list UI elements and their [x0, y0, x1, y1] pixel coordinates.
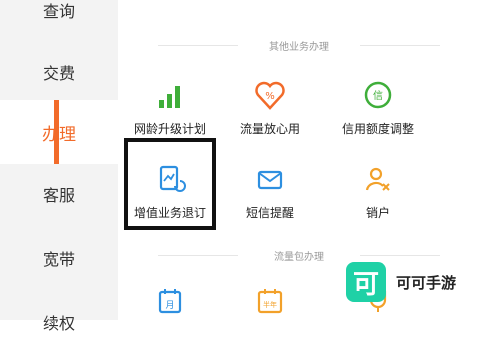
sidebar-item-label: 客服	[42, 186, 75, 205]
svg-text:信: 信	[373, 90, 383, 102]
sidebar-item-label: 交费	[42, 64, 75, 83]
tile-sms-reminder[interactable]: 短信提醒	[224, 150, 316, 230]
section-title-other: 其他业务办理	[118, 38, 480, 53]
calendar-halfyear-icon: 半年	[257, 289, 283, 314]
divider	[360, 255, 440, 256]
tile-label: 增值业务退订	[133, 206, 206, 220]
sidebar-item-broadband[interactable]: 宽带	[0, 226, 118, 290]
tile-label: 信用额度调整	[341, 122, 414, 136]
watermark: 可 可可手游	[346, 260, 480, 304]
calendar-month-label: 月	[165, 300, 174, 311]
tile-traffic-worry-free[interactable]: % 流量放心用	[224, 66, 316, 146]
tile-vas-unsubscribe[interactable]: 增值业务退订	[124, 150, 216, 230]
divider	[158, 45, 238, 46]
tile-label: 短信提醒	[245, 206, 294, 220]
sidebar-item-handle[interactable]: 办理	[0, 100, 118, 164]
sidebar: 查询 交费 办理 客服 宽带 续权	[0, 0, 118, 333]
tile-close-account[interactable]: 销户	[332, 150, 424, 230]
svg-text:%: %	[265, 91, 275, 102]
document-return-icon	[159, 165, 186, 192]
divider	[360, 45, 440, 46]
signal-bars-icon	[159, 86, 180, 108]
sidebar-item-renew[interactable]: 续权	[0, 290, 118, 354]
sidebar-item-label: 宽带	[42, 250, 75, 269]
watermark-text: 可可手游	[396, 273, 457, 292]
calendar-month-icon: 月	[158, 289, 182, 314]
sidebar-item-label: 续权	[42, 314, 75, 333]
sidebar-item-query[interactable]: 查询	[0, 0, 118, 42]
sidebar-item-label: 办理	[42, 124, 76, 145]
tile-monthly-pack[interactable]: 月	[124, 276, 216, 356]
tile-label: 网龄升级计划	[133, 122, 206, 136]
tile-network-age-upgrade[interactable]: 网龄升级计划	[124, 66, 216, 146]
heart-percent-icon: %	[255, 81, 285, 110]
tile-label: 销户	[365, 206, 390, 220]
calendar-halfyear-label: 半年	[263, 300, 277, 309]
sidebar-item-service[interactable]: 客服	[0, 162, 118, 226]
tile-label: 流量放心用	[239, 122, 300, 136]
sidebar-item-label: 查询	[42, 2, 75, 21]
watermark-logo: 可	[346, 262, 386, 302]
sidebar-item-payment[interactable]: 交费	[0, 40, 118, 104]
credit-circle-icon: 信	[364, 81, 392, 109]
user-remove-icon	[365, 167, 390, 191]
divider	[158, 255, 238, 256]
tile-credit-limit[interactable]: 信 信用额度调整	[332, 66, 424, 146]
envelope-icon	[257, 170, 283, 190]
tile-halfyear-pack[interactable]: 半年	[224, 276, 316, 356]
